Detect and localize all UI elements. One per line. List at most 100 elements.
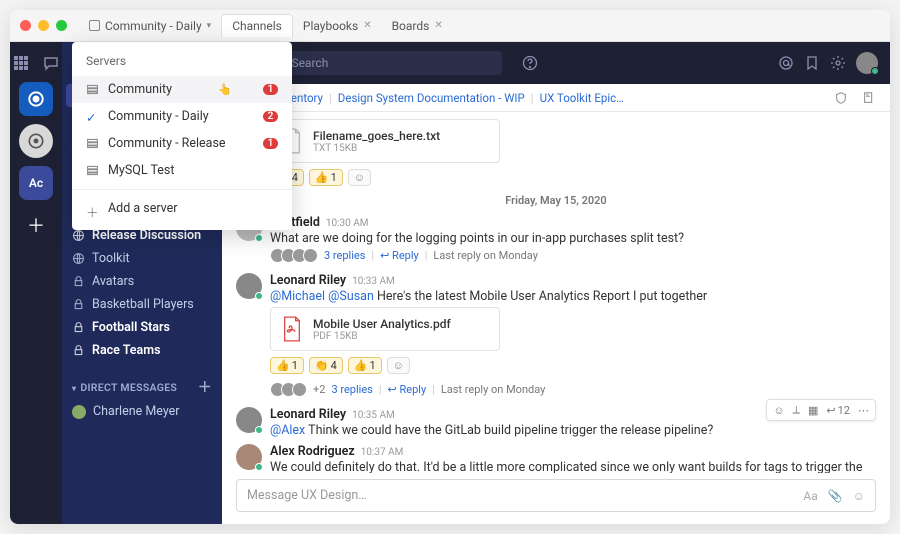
- close-icon[interactable]: ✕: [363, 20, 371, 31]
- add-reaction[interactable]: ☺: [387, 357, 410, 374]
- more-action[interactable]: ⋯: [858, 404, 869, 417]
- sidebar-channel[interactable]: Avatars: [62, 270, 222, 293]
- separator: [72, 189, 292, 190]
- server-icon: [86, 83, 99, 96]
- server-item-community-release[interactable]: Community - Release 1: [72, 130, 292, 157]
- titlebar: Community - Daily ▾ Channels Playbooks✕ …: [10, 10, 890, 42]
- avatar: [72, 405, 86, 419]
- header-link[interactable]: Design System Documentation - WIP: [338, 91, 525, 105]
- reaction[interactable]: 👍1: [348, 357, 382, 374]
- server-icon: [86, 137, 99, 150]
- shield-icon[interactable]: [834, 91, 848, 105]
- grid-icon[interactable]: [13, 55, 29, 71]
- topbar: ‹ › Search: [222, 42, 890, 84]
- help-icon[interactable]: [522, 55, 538, 71]
- globe-icon: [72, 252, 85, 265]
- dms-header[interactable]: ▾DIRECT MESSAGES＋: [62, 374, 222, 400]
- file-attachment[interactable]: Mobile User Analytics.pdfPDF 15KB: [270, 307, 500, 351]
- server-icon: [89, 20, 100, 31]
- lock-icon: [72, 298, 85, 311]
- channel-subheader: ☆ | UI Inventory | Design System Documen…: [222, 84, 890, 112]
- sidebar-channel[interactable]: Football Stars: [62, 316, 222, 339]
- maximize-window[interactable]: [56, 20, 67, 31]
- add-server-rail[interactable]: ＋: [19, 208, 53, 242]
- chat-icon[interactable]: [43, 55, 59, 71]
- avatar[interactable]: [236, 407, 262, 433]
- badge: 2: [263, 111, 278, 122]
- message: Leonard Riley10:33 AM @Michael @Susan He…: [236, 273, 876, 304]
- rail-server-1[interactable]: [19, 82, 53, 116]
- avatar[interactable]: [236, 273, 262, 299]
- add-reaction[interactable]: ☺: [348, 169, 371, 186]
- saved-icon[interactable]: [804, 55, 820, 71]
- message-composer[interactable]: Message UX Design… Aa 📎 ☺: [236, 479, 876, 512]
- reactions: 👍1 👏4 👍1 ☺: [270, 357, 876, 374]
- minimize-window[interactable]: [38, 20, 49, 31]
- reaction[interactable]: 👍1: [270, 357, 304, 374]
- thread-summary[interactable]: +2 3 replies| ↩ Reply| Last reply on Mon…: [270, 382, 876, 397]
- server-icon: [86, 164, 99, 177]
- tab-boards[interactable]: Boards✕: [382, 15, 453, 37]
- grid-action[interactable]: ▦: [808, 404, 818, 417]
- lock-icon: [72, 275, 85, 288]
- lock-icon: [72, 344, 85, 357]
- main-panel: ‹ › Search ☆ | UI Inventory | Design Sys…: [222, 42, 890, 524]
- lock-icon: [72, 321, 85, 334]
- reaction[interactable]: 👍1: [309, 169, 343, 186]
- search-input[interactable]: Search: [262, 51, 502, 75]
- add-server[interactable]: ＋ Add a server: [72, 195, 292, 222]
- server-item-community[interactable]: Community 👆 1: [72, 76, 292, 103]
- reply-action[interactable]: ↩ 12: [826, 404, 850, 417]
- server-rail: Ac ＋: [10, 42, 62, 524]
- rail-server-2[interactable]: [19, 124, 53, 158]
- user-avatar[interactable]: [856, 52, 878, 74]
- plus-icon: ＋: [86, 202, 99, 215]
- rail-server-3[interactable]: Ac: [19, 166, 53, 200]
- logo-icon: [26, 89, 46, 109]
- format-button[interactable]: Aa: [803, 489, 817, 503]
- tab-playbooks[interactable]: Playbooks✕: [293, 15, 382, 37]
- gear-icon[interactable]: [830, 55, 846, 71]
- sidebar-channel[interactable]: Basketball Players: [62, 293, 222, 316]
- chevron-down-icon: ▾: [207, 21, 212, 31]
- chevron-down-icon: ▾: [72, 384, 76, 393]
- files-icon[interactable]: [862, 91, 876, 105]
- reaction[interactable]: 👏4: [309, 357, 343, 374]
- logo-icon: [26, 131, 46, 151]
- presence-badge: [871, 67, 879, 75]
- workspace-name: Community - Daily: [105, 19, 202, 33]
- message-list: Filename_goes_here.txtTXT 15KB 👍4 👍1 ☺ F…: [222, 112, 890, 473]
- badge: 1: [263, 84, 278, 95]
- close-icon[interactable]: ✕: [434, 20, 442, 31]
- workspace-dropdown[interactable]: Community - Daily ▾: [79, 15, 221, 37]
- attach-button[interactable]: 📎: [828, 489, 843, 503]
- message-hover-actions: ☺ ⟂ ▦ ↩ 12 ⋯: [766, 399, 876, 421]
- window-controls: [20, 20, 67, 31]
- search-placeholder: Search: [291, 56, 328, 70]
- thread-summary[interactable]: 3 replies| ↩ Reply| Last reply on Monday: [270, 248, 876, 263]
- tab-channels[interactable]: Channels: [221, 14, 293, 37]
- globe-icon: [72, 229, 85, 242]
- check-icon: ✓: [86, 110, 99, 123]
- avatar[interactable]: [236, 444, 262, 470]
- mentions-icon[interactable]: [778, 55, 794, 71]
- plus-icon: ＋: [27, 212, 45, 238]
- server-item-community-daily[interactable]: ✓ Community - Daily 2: [72, 103, 292, 130]
- date-divider: Friday, May 15, 2020: [236, 194, 876, 207]
- server-item-mysql-test[interactable]: MySQL Test: [72, 157, 292, 184]
- emoji-button[interactable]: ☺: [853, 489, 865, 503]
- bookmark-action[interactable]: ⟂: [793, 403, 800, 417]
- sidebar-channel[interactable]: Race Teams: [62, 339, 222, 362]
- sidebar-channel[interactable]: Toolkit: [62, 247, 222, 270]
- dm-item[interactable]: Charlene Meyer: [62, 400, 222, 423]
- pointer-icon: 👆: [218, 83, 232, 96]
- servers-dropdown: Servers Community 👆 1 ✓ Community - Dail…: [72, 42, 292, 230]
- pdf-icon: [281, 315, 303, 343]
- dropdown-title: Servers: [72, 50, 292, 76]
- close-window[interactable]: [20, 20, 31, 31]
- react-action[interactable]: ☺: [773, 404, 784, 417]
- file-attachment[interactable]: Filename_goes_here.txtTXT 15KB: [270, 119, 500, 163]
- composer-placeholder: Message UX Design…: [247, 488, 793, 503]
- header-link[interactable]: UX Toolkit Epic…: [540, 91, 624, 105]
- add-dm[interactable]: ＋: [198, 377, 212, 397]
